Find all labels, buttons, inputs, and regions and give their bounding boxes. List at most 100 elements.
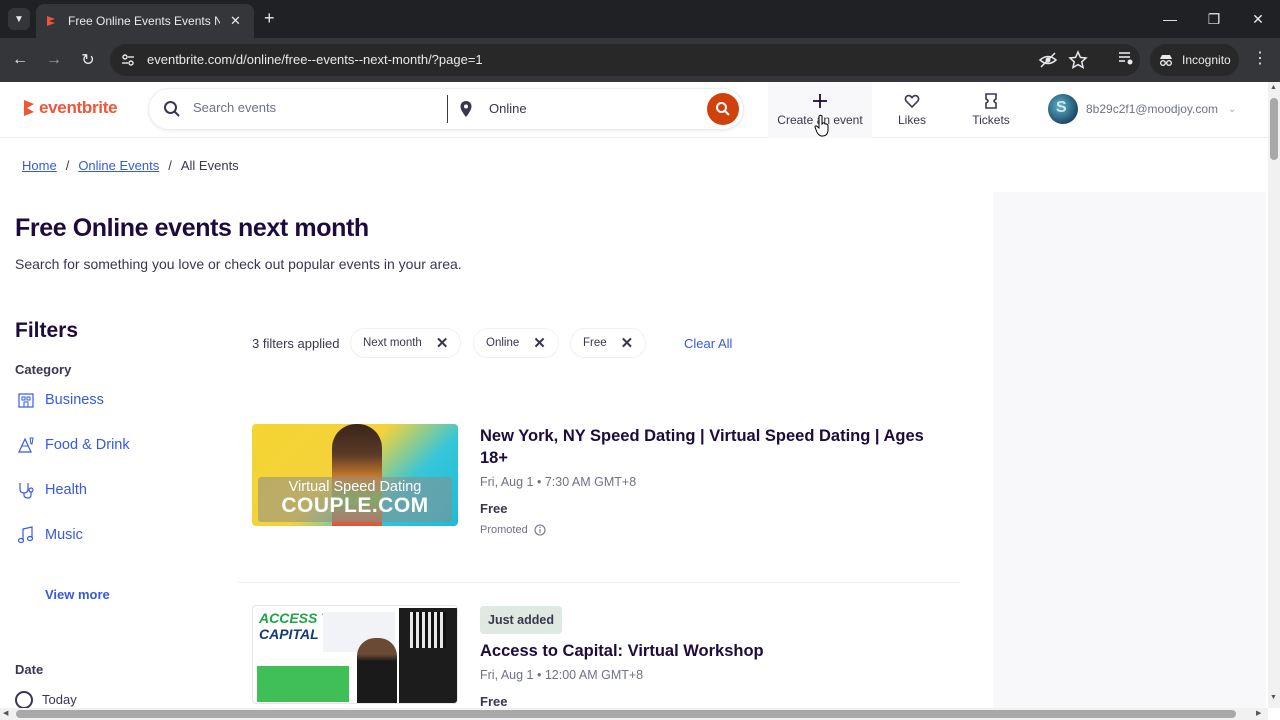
remove-filter-icon[interactable]: ✕ bbox=[436, 334, 449, 352]
heart-icon bbox=[904, 94, 920, 109]
vertical-scroll-thumb[interactable] bbox=[1270, 98, 1278, 160]
account-menu[interactable]: 8b29c2f1@moodjoy.com ⌄ bbox=[1048, 94, 1236, 124]
search-bar: Online bbox=[148, 88, 744, 130]
event-image-text: CAPITAL bbox=[259, 626, 319, 642]
search-submit-icon bbox=[716, 102, 730, 116]
scroll-left-icon[interactable]: ◀ bbox=[3, 709, 8, 717]
scroll-right-icon[interactable]: ▶ bbox=[1256, 709, 1261, 717]
breadcrumb-online-events-link[interactable]: Online Events bbox=[78, 158, 159, 173]
event-price: Free bbox=[480, 501, 508, 516]
browser-tabbar: ▼ Free Online Events Events Next Month ✕… bbox=[0, 0, 1280, 38]
plus-icon bbox=[813, 94, 827, 108]
qr-code-icon bbox=[410, 612, 446, 648]
tracking-protection-icon[interactable] bbox=[1038, 50, 1058, 70]
reload-icon[interactable]: ↻ bbox=[76, 48, 100, 72]
promoted-text: Promoted bbox=[480, 524, 528, 536]
logo-text: eventbrite bbox=[39, 98, 118, 117]
chevron-down-icon: ⌄ bbox=[1228, 103, 1237, 115]
category-business-link[interactable]: Business bbox=[16, 390, 104, 410]
event-image-panel bbox=[257, 666, 349, 702]
hand-cursor-icon bbox=[814, 114, 829, 137]
category-health-link[interactable]: Health bbox=[16, 480, 87, 500]
filters-heading: Filters bbox=[15, 319, 79, 342]
back-icon[interactable]: ← bbox=[8, 48, 32, 72]
category-food-drink-link[interactable]: Food & Drink bbox=[16, 435, 130, 455]
site-header: eventbrite Online Create an event Likes … bbox=[0, 82, 1268, 138]
stethoscope-icon bbox=[19, 483, 34, 499]
ad-panel bbox=[993, 192, 1266, 720]
search-icon bbox=[164, 101, 180, 117]
event-title-link[interactable]: Access to Capital: Virtual Workshop bbox=[480, 640, 930, 662]
page-subtitle: Search for something you love or check o… bbox=[15, 256, 462, 272]
clear-all-filters-link[interactable]: Clear All bbox=[684, 336, 732, 351]
category-label: Food & Drink bbox=[45, 437, 130, 453]
filter-chip-online: Online ✕ bbox=[473, 328, 559, 358]
browser-menu-icon[interactable]: ⋮ bbox=[1252, 48, 1268, 72]
likes-button[interactable]: Likes bbox=[880, 82, 944, 138]
incognito-label: Incognito bbox=[1182, 53, 1231, 67]
horizontal-scrollbar[interactable]: ◀ ▶ bbox=[0, 708, 1268, 720]
incognito-indicator[interactable]: Incognito bbox=[1150, 44, 1239, 76]
search-submit-button[interactable] bbox=[707, 93, 739, 125]
remove-filter-icon[interactable]: ✕ bbox=[621, 334, 634, 352]
event-title-link[interactable]: New York, NY Speed Dating | Virtual Spee… bbox=[480, 425, 930, 469]
scroll-up-icon[interactable]: ▲ bbox=[1270, 84, 1277, 91]
event-image-person bbox=[357, 638, 397, 703]
food-drink-icon bbox=[18, 437, 34, 453]
tickets-label: Tickets bbox=[972, 113, 1010, 127]
restore-icon[interactable]: ❐ bbox=[1192, 0, 1236, 38]
breadcrumb-separator: / bbox=[168, 158, 172, 173]
location-input[interactable]: Online bbox=[489, 101, 527, 116]
view-more-categories-link[interactable]: View more bbox=[45, 587, 110, 602]
close-window-icon[interactable]: ✕ bbox=[1236, 0, 1280, 38]
address-bar[interactable]: eventbrite.com/d/online/free--events--ne… bbox=[110, 44, 1140, 76]
incognito-icon bbox=[1160, 55, 1172, 66]
search-input[interactable] bbox=[193, 100, 433, 115]
eventbrite-logo[interactable]: eventbrite bbox=[22, 98, 118, 118]
bookmark-star-icon[interactable] bbox=[1068, 50, 1088, 70]
breadcrumb-current: All Events bbox=[180, 158, 239, 173]
chip-label: Free bbox=[583, 337, 607, 349]
event-date: Fri, Aug 1 • 12:00 AM GMT+8 bbox=[480, 668, 644, 682]
scroll-down-icon[interactable]: ▼ bbox=[1270, 694, 1277, 701]
tickets-button[interactable]: Tickets bbox=[956, 82, 1026, 138]
minimize-icon[interactable]: — bbox=[1148, 0, 1192, 38]
category-music-link[interactable]: Music bbox=[16, 525, 83, 545]
category-heading: Category bbox=[15, 362, 72, 377]
event-image-text: Virtual Speed Dating bbox=[288, 479, 422, 495]
likes-label: Likes bbox=[897, 113, 926, 127]
date-today-label: Today bbox=[42, 692, 77, 707]
category-label: Music bbox=[45, 527, 83, 543]
browser-tab[interactable]: Free Online Events Events Next Month ✕ bbox=[36, 4, 254, 38]
event-image[interactable]: Virtual Speed Dating COUPLE.COM bbox=[252, 424, 458, 526]
tab-search-button[interactable]: ▼ bbox=[8, 8, 30, 30]
tab-close-icon[interactable]: ✕ bbox=[230, 13, 241, 29]
remove-filter-icon[interactable]: ✕ bbox=[533, 334, 546, 352]
eventbrite-favicon-icon bbox=[47, 16, 55, 26]
account-email: 8b29c2f1@moodjoy.com bbox=[1086, 102, 1219, 116]
eventbrite-logo-icon bbox=[24, 100, 34, 116]
filter-chip-next-month: Next month ✕ bbox=[350, 328, 462, 358]
breadcrumb: Home / Online Events / All Events bbox=[22, 158, 239, 173]
media-controls-icon[interactable] bbox=[1116, 48, 1136, 68]
date-today-radio[interactable] bbox=[15, 691, 33, 709]
site-info-icon[interactable] bbox=[120, 52, 136, 68]
avatar bbox=[1048, 94, 1078, 124]
building-icon bbox=[18, 393, 34, 408]
event-date: Fri, Aug 1 • 7:30 AM GMT+8 bbox=[480, 475, 637, 489]
event-image-brand: COUPLE.COM bbox=[281, 494, 429, 517]
forward-icon[interactable]: → bbox=[42, 48, 66, 72]
chip-label: Next month bbox=[363, 337, 422, 349]
url-text: eventbrite.com/d/online/free--events--ne… bbox=[147, 52, 483, 67]
breadcrumb-home-link[interactable]: Home bbox=[22, 158, 57, 173]
search-divider bbox=[447, 95, 448, 123]
card-divider bbox=[238, 582, 960, 583]
filter-chip-free: Free ✕ bbox=[570, 328, 647, 358]
tab-title: Free Online Events Events Next Month bbox=[68, 14, 220, 28]
vertical-scrollbar[interactable]: ▲ ▼ bbox=[1268, 82, 1280, 708]
info-icon[interactable] bbox=[534, 524, 546, 536]
chip-label: Online bbox=[486, 337, 520, 349]
event-image[interactable]: ACCESS TO CAPITAL bbox=[252, 605, 458, 704]
horizontal-scroll-thumb[interactable] bbox=[16, 710, 1236, 718]
new-tab-icon[interactable]: + bbox=[264, 8, 275, 28]
